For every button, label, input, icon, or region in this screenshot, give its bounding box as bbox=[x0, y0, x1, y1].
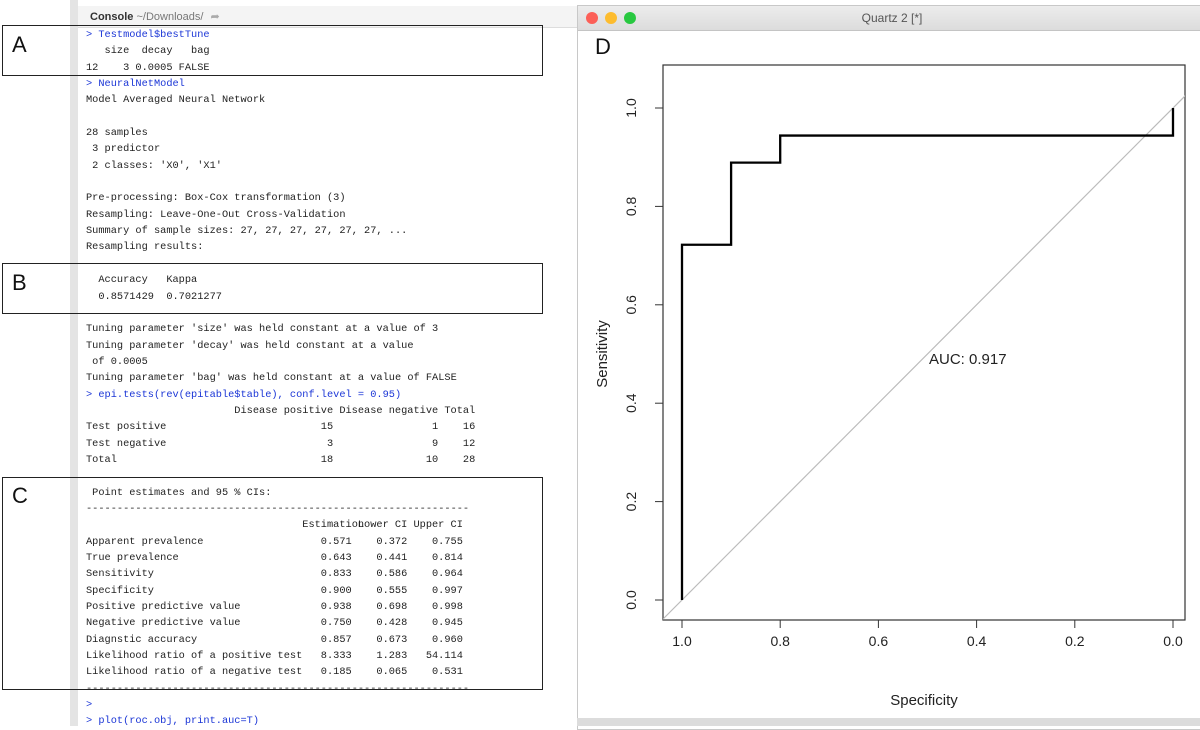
x-tick-label: 0.0 bbox=[1163, 633, 1183, 649]
y-tick-label: 0.2 bbox=[623, 492, 639, 512]
y-tick-label: 0.6 bbox=[623, 295, 639, 315]
y-tick-label: 0.4 bbox=[623, 393, 639, 413]
y-tick-label: 0.0 bbox=[623, 590, 639, 610]
x-tick-label: 1.0 bbox=[672, 633, 692, 649]
y-tick-label: 1.0 bbox=[623, 98, 639, 118]
x-tick-label: 0.2 bbox=[1065, 633, 1085, 649]
x-axis-label: Specificity bbox=[890, 692, 958, 709]
status-strip bbox=[577, 718, 1200, 726]
reference-diagonal-line bbox=[663, 95, 1185, 620]
x-tick-label: 0.4 bbox=[967, 633, 987, 649]
y-axis-label: Sensitivity bbox=[594, 320, 611, 388]
roc-plot: 1.0 0.8 0.6 0.4 0.2 0.0 0.0 0.2 0.4 0.6 0.8 1.0 Spec… bbox=[594, 64, 1186, 709]
x-tick-label: 0.8 bbox=[770, 633, 790, 649]
auc-annotation: AUC: 0.917 bbox=[929, 351, 1007, 368]
x-tick-label: 0.6 bbox=[869, 633, 889, 649]
y-tick-label: 0.8 bbox=[623, 196, 639, 216]
plot-frame bbox=[662, 64, 1186, 621]
